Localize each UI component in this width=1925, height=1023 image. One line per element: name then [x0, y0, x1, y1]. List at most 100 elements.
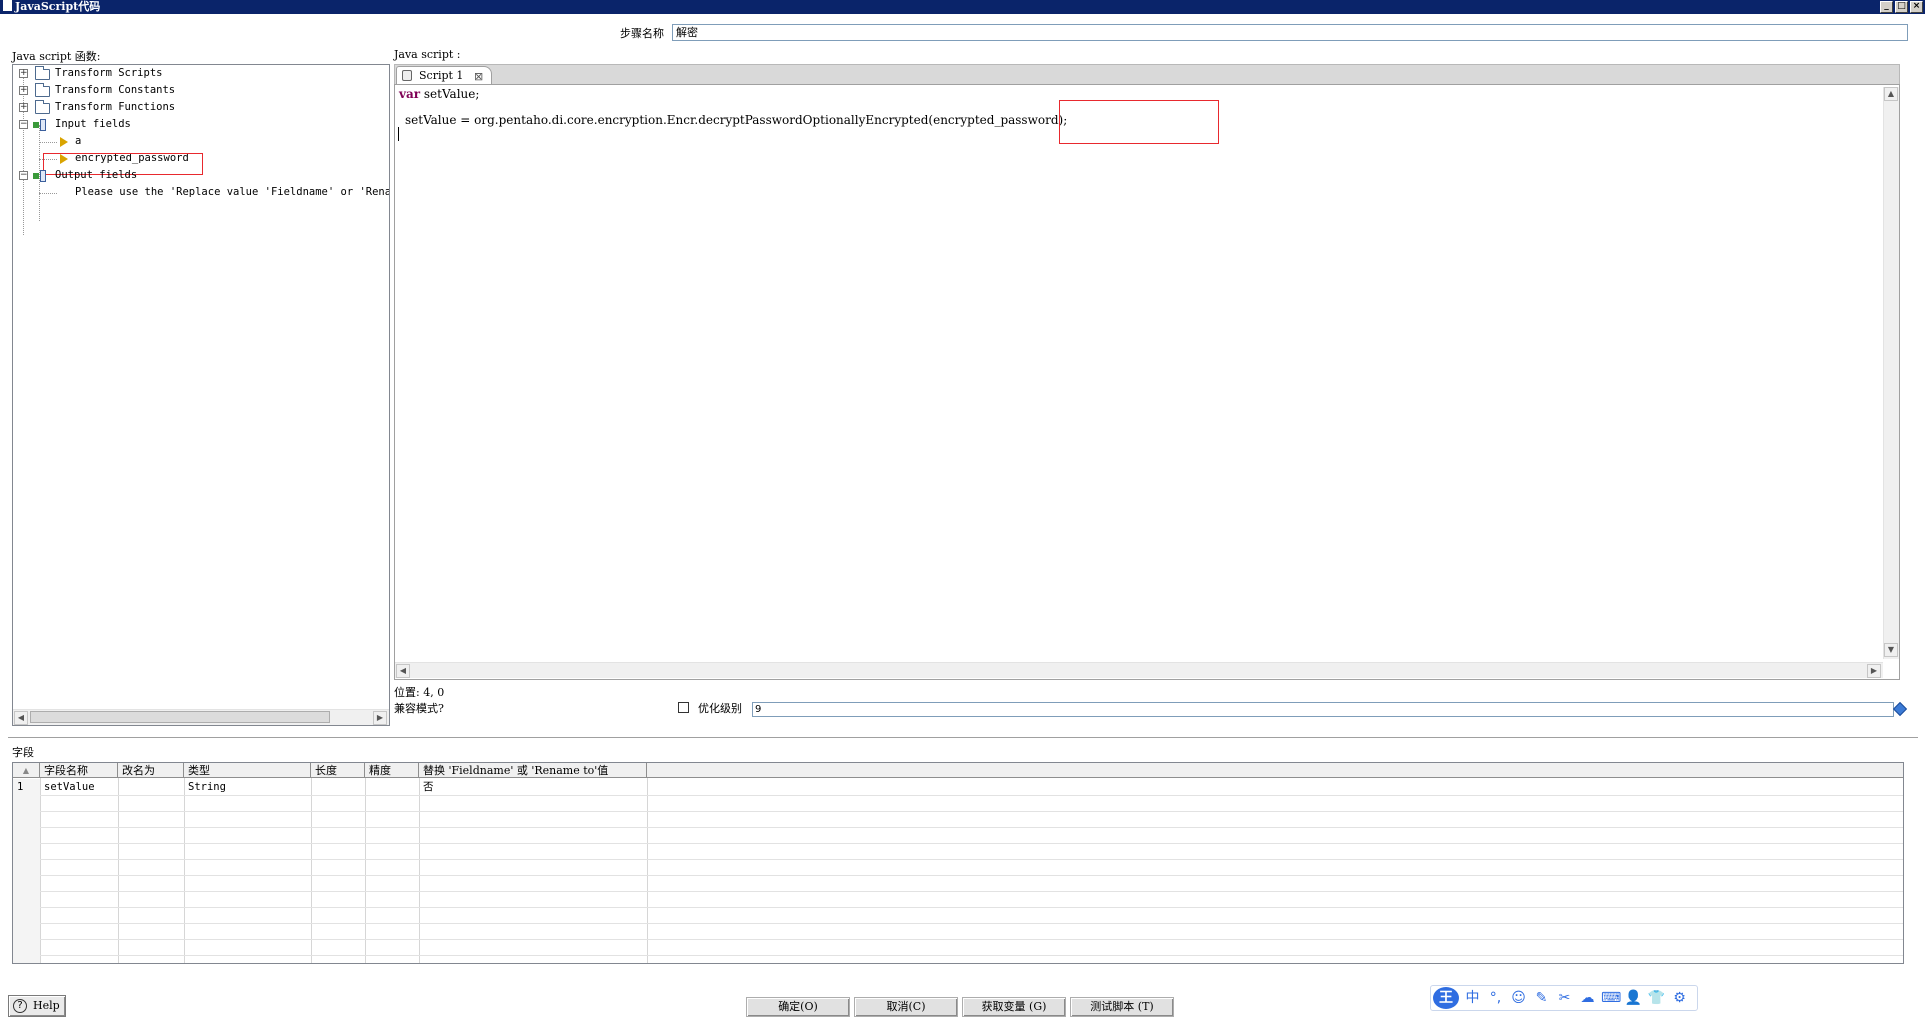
code-text: setValue = org.pentaho.di.core.encryptio… [405, 113, 929, 127]
cell-type[interactable]: String [184, 779, 226, 795]
column-divider [419, 778, 420, 963]
emoji-icon[interactable]: ☺ [1509, 988, 1528, 1008]
editor-vscrollbar[interactable]: ▲ ▼ [1883, 87, 1899, 659]
collapse-icon[interactable]: − [19, 120, 28, 129]
skin-icon[interactable]: 👕 [1647, 988, 1666, 1008]
tree-item-transform-constants[interactable]: Transform Constants [55, 82, 175, 99]
folder-icon [35, 83, 50, 97]
window-titlebar[interactable]: JavaScript代码 _ □ × [0, 0, 1925, 14]
code-keyword: var [399, 87, 421, 101]
cell-length[interactable] [311, 779, 315, 795]
test-script-button[interactable]: 测试脚本 (T) [1070, 997, 1174, 1017]
code-line-2: setValue = org.pentaho.di.core.encryptio… [405, 113, 1067, 128]
expand-icon[interactable]: + [19, 103, 28, 112]
editor-tabstrip: Script 1 ⊠ [394, 64, 1900, 85]
scroll-down-icon[interactable]: ▼ [1884, 643, 1898, 657]
help-button[interactable]: ? Help [8, 995, 66, 1017]
column-divider [184, 778, 185, 963]
window-title: JavaScript代码 [15, 0, 101, 13]
ime-toolbar[interactable]: 王 中 °, ☺ ✎ ✂ ☁ ⌨ 👤 👕 ⚙ [1430, 985, 1698, 1011]
expand-icon[interactable]: + [19, 69, 28, 78]
tree-guide [23, 73, 24, 235]
editor-label: Java script : [394, 48, 461, 61]
tree-hscrollbar[interactable]: ◀ ▶ [13, 709, 389, 725]
column-header-field-name[interactable]: 字段名称 [40, 763, 118, 778]
cloud-icon[interactable]: ☁ [1578, 988, 1597, 1008]
help-icon: ? [13, 999, 27, 1013]
get-variables-button[interactable]: 获取变量 (G) [962, 997, 1066, 1017]
optimize-level-label: 优化级别 [698, 702, 742, 715]
tab-script-1[interactable]: Script 1 ⊠ [396, 66, 492, 85]
row-number-gutter [13, 779, 40, 963]
expand-icon[interactable]: + [19, 86, 28, 95]
ok-button[interactable]: 确定(O) [746, 997, 850, 1017]
variable-diamond-icon[interactable] [1892, 701, 1908, 717]
sort-icon[interactable]: ▲ [13, 763, 40, 778]
column-header-type[interactable]: 类型 [184, 763, 311, 778]
column-divider [40, 778, 41, 963]
column-divider [647, 778, 648, 963]
script-editor[interactable]: var setValue; setValue = org.pentaho.di.… [394, 84, 1900, 680]
column-divider [365, 778, 366, 963]
ime-logo[interactable]: 王 [1433, 987, 1459, 1009]
row-divider [13, 827, 1903, 828]
column-header-rename[interactable]: 改名为 [118, 763, 184, 778]
chinese-mode-icon[interactable]: 中 [1463, 988, 1482, 1008]
keyboard-icon[interactable]: ⌨ [1601, 988, 1621, 1008]
row-divider [13, 891, 1903, 892]
highlight-box [1059, 100, 1219, 144]
compat-mode-checkbox[interactable] [678, 702, 689, 713]
tree-item-field-a[interactable]: a [75, 133, 81, 150]
row-divider [13, 875, 1903, 876]
tree-item-output-fields[interactable]: Output fields [55, 167, 137, 184]
minimize-button[interactable]: _ [1880, 1, 1893, 13]
compat-mode-label: 兼容模式? [394, 702, 444, 715]
scroll-up-icon[interactable]: ▲ [1884, 87, 1898, 101]
row-divider [13, 923, 1903, 924]
scroll-thumb[interactable] [30, 711, 330, 723]
close-tab-icon[interactable]: ⊠ [474, 68, 483, 85]
scroll-right-icon[interactable]: ▶ [373, 711, 387, 725]
tree-guide [39, 193, 57, 194]
row-divider [13, 939, 1903, 940]
script-icon [402, 70, 412, 81]
step-name-label: 步骤名称 [620, 27, 664, 40]
editor-hscrollbar[interactable]: ◀ ▶ [395, 662, 1883, 678]
step-name-input[interactable]: 解密 [672, 24, 1908, 41]
tree-item-transform-scripts[interactable]: Transform Scripts [55, 65, 162, 82]
fields-table[interactable]: ▲ 字段名称 改名为 类型 长度 精度 替换 'Fieldname' 或 'Re… [12, 762, 1904, 964]
handwriting-icon[interactable]: ✎ [1532, 988, 1551, 1008]
close-button[interactable]: × [1910, 1, 1923, 13]
scroll-left-icon[interactable]: ◀ [396, 664, 410, 678]
cell-field-name[interactable]: setValue [40, 779, 95, 795]
cancel-button[interactable]: 取消(C) [854, 997, 958, 1017]
fields-label: 字段 [12, 746, 34, 759]
column-header-precision[interactable]: 精度 [365, 763, 419, 778]
fields-table-header: ▲ 字段名称 改名为 类型 长度 精度 替换 'Fieldname' 或 'Re… [13, 763, 1903, 778]
column-header-length[interactable]: 长度 [311, 763, 365, 778]
user-icon[interactable]: 👤 [1624, 988, 1643, 1008]
optimize-level-input[interactable]: 9 [752, 702, 1894, 717]
input-fields-icon [33, 119, 47, 131]
cell-rename[interactable] [118, 779, 122, 795]
tree-item-transform-functions[interactable]: Transform Functions [55, 99, 175, 116]
column-divider [311, 778, 312, 963]
functions-tree[interactable]: + Transform Scripts + Transform Constant… [12, 64, 390, 726]
punctuation-icon[interactable]: °, [1486, 988, 1505, 1008]
output-fields-icon [33, 170, 47, 182]
column-divider [118, 778, 119, 963]
functions-label: Java script 函数: [12, 50, 101, 63]
tree-item-input-fields[interactable]: Input fields [55, 116, 131, 133]
scroll-left-icon[interactable]: ◀ [14, 711, 28, 725]
tree-guide [39, 142, 57, 143]
cell-replace[interactable]: 否 [419, 779, 434, 795]
scroll-right-icon[interactable]: ▶ [1867, 664, 1881, 678]
settings-icon[interactable]: ⚙ [1670, 988, 1689, 1008]
cell-precision[interactable] [365, 779, 369, 795]
code-text: setValue; [420, 87, 480, 101]
column-header-replace[interactable]: 替换 'Fieldname' 或 'Rename to'值 [419, 763, 647, 778]
collapse-icon[interactable]: − [19, 171, 28, 180]
maximize-button[interactable]: □ [1895, 1, 1908, 13]
scissors-icon[interactable]: ✂ [1555, 988, 1574, 1008]
code-line-1: var setValue; [399, 87, 479, 102]
